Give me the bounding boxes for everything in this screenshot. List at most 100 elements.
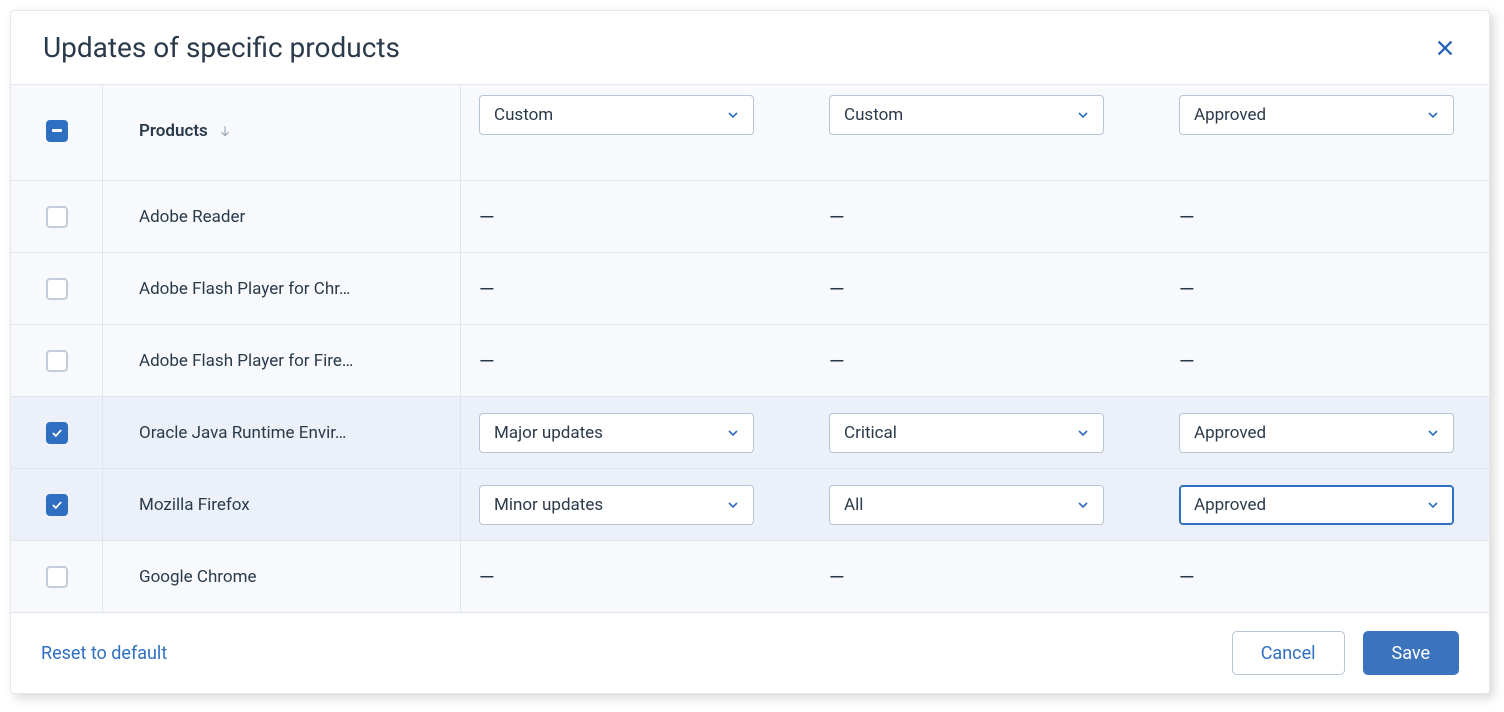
product-name-cell: Oracle Java Runtime Envir… [103,397,461,468]
severity-cell: — [811,541,1161,612]
row-checkbox-cell [11,469,103,540]
row-checkbox[interactable] [46,566,68,588]
version-filter-select[interactable]: Custom [479,95,754,135]
chevron-down-icon [1075,425,1091,441]
approval-value: Approved [1194,423,1266,443]
severity-cell: — [811,181,1161,252]
table-row: Mozilla Firefox Minor updates All Approved [11,469,1489,541]
version-empty: — [479,565,495,589]
table-row: Adobe Reader — — — [11,181,1489,253]
footer-actions: Cancel Save [1232,631,1459,675]
approval-cell: Approved [1161,469,1489,540]
product-name-cell: Mozilla Firefox [103,469,461,540]
product-name-cell: Adobe Reader [103,181,461,252]
approval-empty: — [1179,349,1195,373]
table-row: Google Chrome — — — [11,541,1489,613]
row-checkbox[interactable] [46,422,68,444]
severity-filter-value: Custom [844,105,903,125]
save-button[interactable]: Save [1363,631,1460,675]
version-select[interactable]: Major updates [479,413,754,453]
approval-empty: — [1179,277,1195,301]
version-cell: — [461,541,811,612]
severity-empty: — [829,349,845,373]
product-name-cell: Adobe Flash Player for Fire… [103,325,461,396]
header-products-cell[interactable]: Products [103,85,461,180]
table-body: Adobe Reader———Adobe Flash Player for Ch… [11,181,1489,613]
approval-value: Approved [1194,495,1266,515]
approval-cell: — [1161,325,1489,396]
header-version-cell: Custom [461,85,811,180]
minus-icon [52,129,62,132]
approval-cell: — [1161,253,1489,324]
chevron-down-icon [1075,107,1091,123]
approval-empty: — [1179,205,1195,229]
severity-empty: — [829,277,845,301]
severity-cell: — [811,253,1161,324]
row-checkbox-cell [11,181,103,252]
row-checkbox[interactable] [46,206,68,228]
header-checkbox-cell [11,85,103,180]
row-checkbox-cell [11,397,103,468]
approval-cell: — [1161,541,1489,612]
dialog-title: Updates of specific products [43,31,400,64]
row-checkbox[interactable] [46,494,68,516]
close-button[interactable] [1431,34,1459,62]
chevron-down-icon [1425,497,1441,513]
row-checkbox-cell [11,541,103,612]
select-all-checkbox[interactable] [46,120,68,142]
approval-select[interactable]: Approved [1179,485,1454,525]
product-name: Adobe Flash Player for Chr… [139,279,350,299]
chevron-down-icon [1075,497,1091,513]
product-name-cell: Adobe Flash Player for Chr… [103,253,461,324]
approval-select[interactable]: Approved [1179,413,1454,453]
severity-select[interactable]: All [829,485,1104,525]
check-icon [50,426,64,440]
severity-empty: — [829,565,845,589]
version-value: Major updates [494,423,603,443]
close-icon [1434,37,1456,59]
approval-filter-select[interactable]: Approved [1179,95,1454,135]
approval-cell: — [1161,181,1489,252]
product-name: Mozilla Firefox [139,495,250,515]
severity-select[interactable]: Critical [829,413,1104,453]
row-checkbox-cell [11,253,103,324]
version-cell: Minor updates [461,469,811,540]
products-column-label: Products [139,121,208,141]
reset-to-default-link[interactable]: Reset to default [41,643,167,664]
product-name: Google Chrome [139,567,257,587]
row-checkbox[interactable] [46,350,68,372]
chevron-down-icon [1425,425,1441,441]
row-checkbox[interactable] [46,278,68,300]
table-row: Adobe Flash Player for Chr… — — — [11,253,1489,325]
product-name-cell: Google Chrome [103,541,461,612]
check-icon [50,498,64,512]
product-name: Adobe Reader [139,207,245,227]
approval-cell: Approved [1161,397,1489,468]
version-cell: Major updates [461,397,811,468]
severity-cell: — [811,325,1161,396]
header-approval-cell: Approved [1161,85,1490,180]
version-cell: — [461,253,811,324]
version-empty: — [479,349,495,373]
version-value: Minor updates [494,495,603,515]
severity-empty: — [829,205,845,229]
severity-value: Critical [844,423,897,443]
dialog-footer: Reset to default Cancel Save [11,613,1489,693]
version-empty: — [479,205,495,229]
table-row: Oracle Java Runtime Envir… Major updates C… [11,397,1489,469]
cancel-button[interactable]: Cancel [1232,631,1345,675]
table-header-row: Products Custom Custom Approved [11,85,1489,181]
version-cell: — [461,181,811,252]
version-select[interactable]: Minor updates [479,485,754,525]
version-filter-value: Custom [494,105,553,125]
approval-empty: — [1179,565,1195,589]
severity-filter-select[interactable]: Custom [829,95,1104,135]
version-cell: — [461,325,811,396]
severity-value: All [844,495,863,515]
table-row: Adobe Flash Player for Fire… — — — [11,325,1489,397]
row-checkbox-cell [11,325,103,396]
severity-cell: Critical [811,397,1161,468]
sort-ascending-icon [218,124,232,138]
severity-cell: All [811,469,1161,540]
header-severity-cell: Custom [811,85,1161,180]
